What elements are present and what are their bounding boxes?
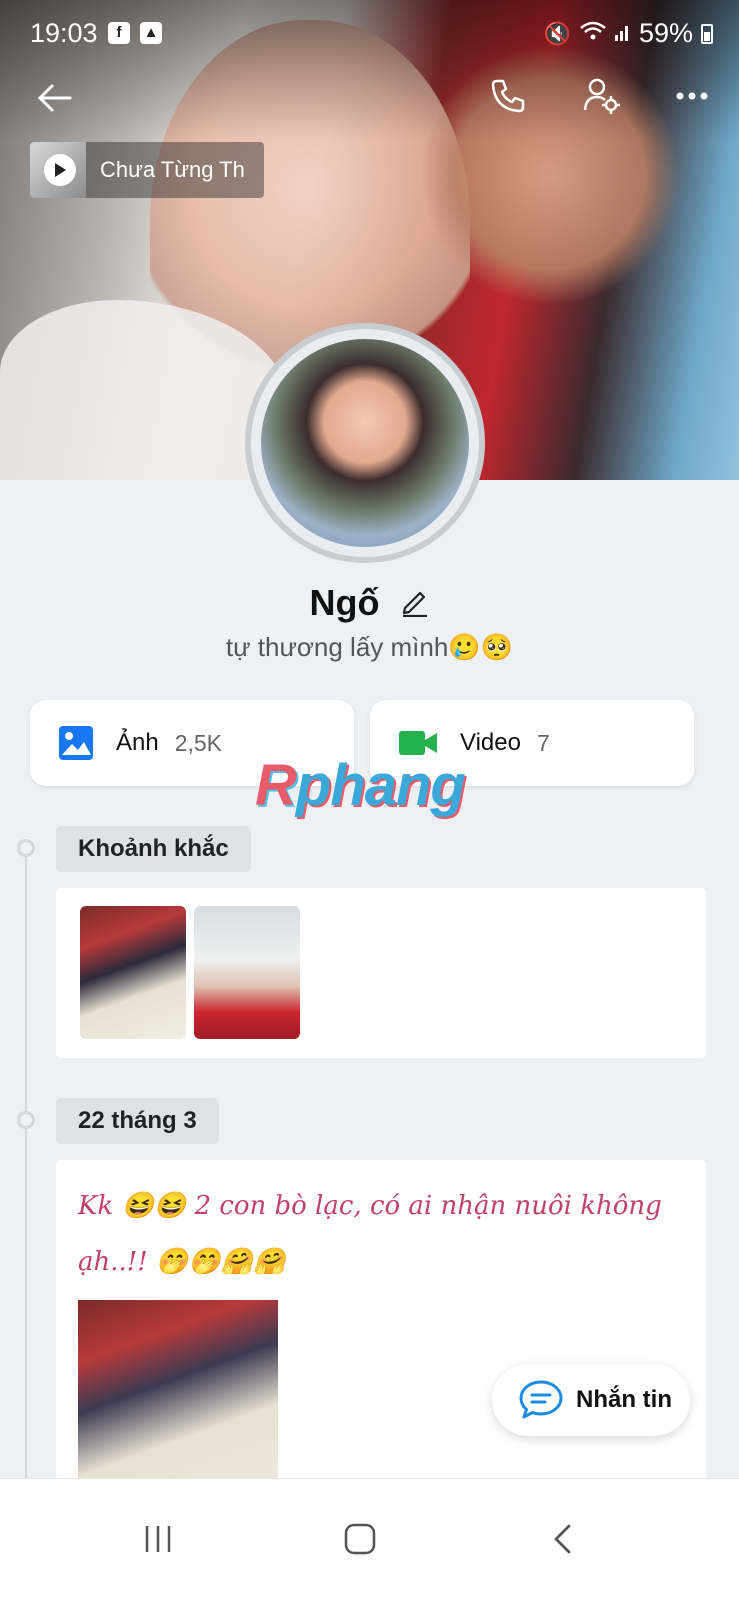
gallery-icon: ▲ (140, 22, 162, 44)
status-time: 19:03 (30, 18, 98, 48)
post-photo[interactable] (78, 1300, 278, 1480)
home-button[interactable] (330, 1509, 390, 1569)
mute-icon: 🔇 (543, 20, 571, 46)
phone-icon (491, 79, 525, 113)
music-title: Chưa Từng Th (100, 157, 245, 182)
arrow-left-icon (37, 84, 72, 112)
more-dots-icon (676, 92, 708, 100)
moment-thumbnail[interactable] (80, 906, 186, 1039)
edit-name-button[interactable] (400, 584, 430, 626)
post-text: Kk 😆😆 2 con bò lạc, có ai nhận nuôi khôn… (78, 1191, 662, 1277)
moments-label: Khoảnh khắc (56, 826, 251, 872)
system-navbar (0, 1478, 739, 1600)
nav-back-button[interactable] (532, 1509, 592, 1569)
message-button[interactable]: Nhắn tin (492, 1364, 690, 1436)
image-icon (59, 726, 93, 760)
facebook-icon: f (108, 22, 130, 44)
profile-avatar[interactable] (245, 323, 485, 563)
back-button[interactable] (30, 74, 78, 122)
play-icon[interactable] (44, 154, 76, 186)
recents-button[interactable] (128, 1509, 188, 1569)
watermark-part2: phang (295, 753, 466, 818)
recents-icon (145, 1526, 171, 1552)
signal-icon (614, 21, 631, 47)
battery-percent: 59% (638, 18, 693, 48)
home-icon (344, 1523, 376, 1555)
top-action-bar (0, 68, 739, 128)
avatar-image (261, 339, 469, 547)
user-settings-icon (583, 78, 620, 114)
profile-name: Ngố (309, 582, 380, 623)
date-label: 22 tháng 3 (56, 1098, 219, 1144)
photos-label: Ảnh (116, 729, 159, 756)
call-button[interactable] (484, 72, 532, 120)
photos-count: 2,5K (174, 729, 223, 756)
status-bar: 19:03 f ▲ 🔇 59% (0, 0, 739, 70)
timeline-dot (17, 1111, 35, 1129)
status-right: 🔇 59% (544, 18, 713, 49)
watermark-part1: R (255, 753, 297, 818)
pencil-icon (402, 592, 427, 618)
music-thumbnail (30, 142, 86, 198)
videos-label: Video (460, 729, 521, 756)
battery-icon (701, 23, 713, 44)
profile-name-row: Ngố (0, 582, 739, 626)
chat-bubble-icon (519, 1380, 563, 1419)
timeline-line (25, 848, 27, 1488)
profile-bio: tự thương lấy mình🥲🥺 (225, 632, 514, 662)
back-icon (554, 1524, 571, 1554)
moment-thumbnail[interactable] (194, 906, 300, 1039)
watermark-logo: Rphang (255, 752, 466, 819)
moments-card (56, 888, 706, 1058)
more-options-button[interactable] (668, 72, 716, 120)
videos-count: 7 (536, 729, 550, 756)
message-label: Nhắn tin (576, 1386, 672, 1413)
profile-settings-button[interactable] (578, 72, 626, 120)
wifi-icon (579, 20, 607, 48)
timeline-dot (17, 839, 35, 857)
profile-music-chip[interactable]: Chưa Từng Th (30, 142, 264, 198)
